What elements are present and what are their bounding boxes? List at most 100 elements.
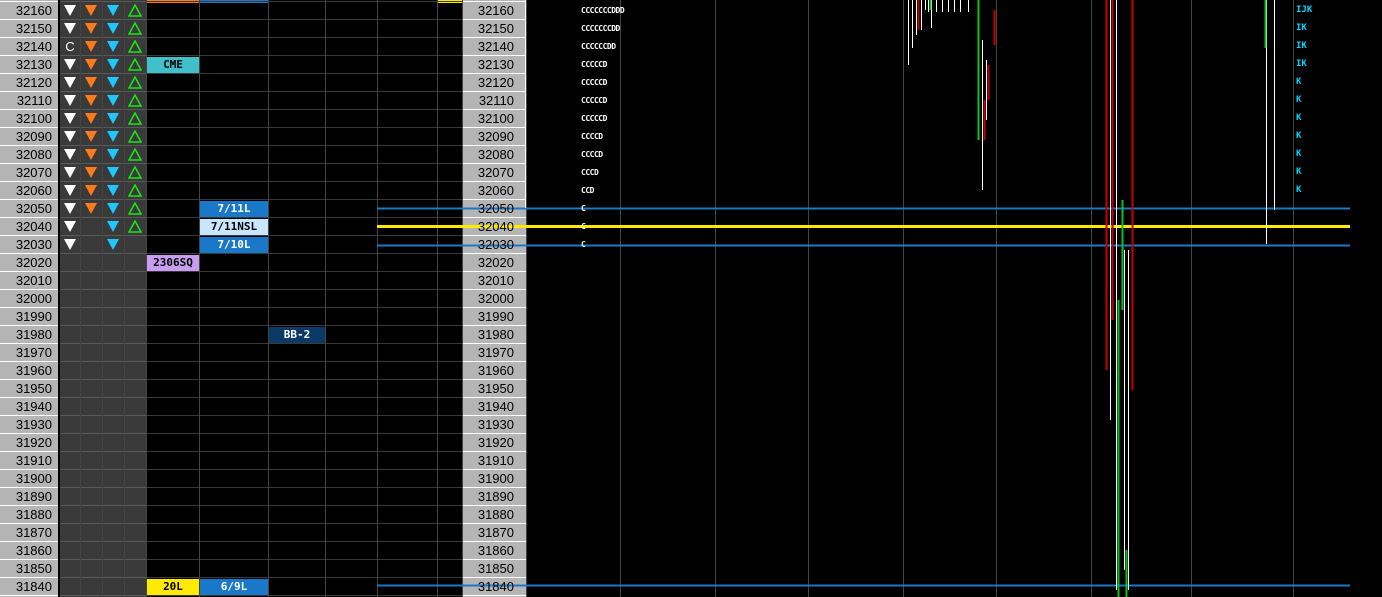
sell-order-icon[interactable] [60, 200, 80, 217]
buy-order-icon[interactable] [103, 92, 123, 109]
buy-stop-icon[interactable] [125, 56, 145, 73]
buy-order-icon[interactable] [103, 146, 123, 163]
buy-stop-icon[interactable] [125, 164, 145, 181]
buy-stop-icon[interactable] [125, 110, 145, 127]
tpo-letters: K [1296, 95, 1302, 105]
price-cell: 31930 [15, 417, 52, 432]
sell-order-icon[interactable] [60, 92, 80, 109]
sell-order-icon[interactable] [60, 2, 80, 19]
mid-order-icon[interactable] [81, 74, 101, 91]
sell-order-icon[interactable] [60, 164, 80, 181]
mid-order-icon[interactable] [81, 200, 101, 217]
price-cell: 32040 [15, 219, 52, 234]
buy-order-icon[interactable] [103, 38, 123, 55]
tpo-letters: C [581, 222, 586, 231]
price-cell: 31900 [477, 471, 514, 486]
price-cell: 31880 [15, 507, 52, 522]
buy-stop-icon[interactable] [125, 128, 145, 145]
buy-stop-icon[interactable] [125, 146, 145, 163]
mid-order-icon[interactable] [81, 182, 101, 199]
price-cell: 31970 [477, 345, 514, 360]
price-cell: 32130 [15, 57, 52, 72]
mid-order-icon[interactable] [81, 56, 101, 73]
tpo-letters: IK [1296, 23, 1307, 33]
buy-order-icon[interactable] [103, 20, 123, 37]
price-cell: 32100 [477, 111, 514, 126]
tpo-letters: K [1296, 77, 1302, 87]
sell-order-icon[interactable] [60, 182, 80, 199]
tpo-letters: K [1296, 113, 1302, 123]
price-cell: 31850 [477, 561, 514, 576]
buy-stop-icon[interactable] [125, 38, 145, 55]
buy-order-icon[interactable] [103, 236, 123, 253]
buy-order-icon[interactable] [103, 56, 123, 73]
sell-order-icon[interactable] [60, 218, 80, 235]
sq-tag: 2306SQ [147, 255, 199, 271]
tpo-letters: CCCCD [581, 150, 603, 159]
price-cell: 32020 [477, 255, 514, 270]
buy-order-icon[interactable] [103, 74, 123, 91]
price-cell: 32080 [15, 147, 52, 162]
buy-stop-icon[interactable] [125, 2, 145, 19]
price-cell: 31980 [477, 327, 514, 342]
buy-stop-icon[interactable] [125, 20, 145, 37]
price-cell: 31890 [15, 489, 52, 504]
sell-order-icon[interactable] [60, 20, 80, 37]
sell-order-icon[interactable] [60, 146, 80, 163]
price-cell: 31870 [15, 525, 52, 540]
tpo-letters: C [581, 204, 586, 213]
mid-order-icon[interactable] [81, 146, 101, 163]
tpo-letters: C [581, 240, 586, 249]
price-cell: 32090 [15, 129, 52, 144]
tpo-letters: CCCCCD [581, 60, 607, 69]
buy-stop-icon[interactable] [125, 218, 145, 235]
price-cell: 31870 [477, 525, 514, 540]
level-69-tag: 6/9L [200, 579, 268, 595]
level-711nsl-tag: 7/11NSL [200, 219, 268, 235]
tpo-letters: CCD [581, 186, 594, 195]
mid-order-icon[interactable] [81, 110, 101, 127]
price-cell: 31980 [15, 327, 52, 342]
buy-stop-icon[interactable] [125, 74, 145, 91]
price-cell: 32070 [15, 165, 52, 180]
sell-order-icon[interactable] [60, 74, 80, 91]
tpo-letters: K [1296, 167, 1302, 177]
price-cell: 32080 [477, 147, 514, 162]
price-cell: 32110 [16, 93, 52, 108]
buy-stop-icon[interactable] [125, 200, 145, 217]
buy-stop-icon[interactable] [125, 92, 145, 109]
price-cell: 31920 [477, 435, 514, 450]
price-cell: 32050 [15, 201, 52, 216]
sell-order-icon[interactable] [60, 128, 80, 145]
buy-order-icon[interactable] [103, 182, 123, 199]
mid-order-icon[interactable] [81, 164, 101, 181]
buy-order-icon[interactable] [103, 164, 123, 181]
buy-order-icon[interactable] [103, 218, 123, 235]
buy-order-icon[interactable] [103, 2, 123, 19]
sell-order-icon[interactable] [60, 56, 80, 73]
price-cell: 31850 [15, 561, 52, 576]
price-cell: 32070 [477, 165, 514, 180]
tpo-letters: IJK [1296, 5, 1313, 15]
price-ladder: 32160 32150 32140 32130 32120 32110 32100 32090… [0, 0, 1382, 597]
sell-order-icon[interactable] [60, 236, 80, 253]
mid-order-icon[interactable] [81, 128, 101, 145]
sell-order-icon[interactable] [60, 110, 80, 127]
price-cell: 32010 [15, 273, 52, 288]
mid-order-icon[interactable] [81, 20, 101, 37]
tpo-letters: IK [1296, 59, 1307, 69]
price-cell: 32100 [15, 111, 52, 126]
price-cell: 32150 [477, 21, 514, 36]
tpo-letters: CCCCCD [581, 114, 607, 123]
mid-order-icon[interactable] [81, 92, 101, 109]
mid-order-icon[interactable] [81, 38, 101, 55]
mid-order-icon[interactable] [81, 2, 101, 19]
buy-stop-icon[interactable] [125, 182, 145, 199]
bb2-tag: BB-2 [269, 327, 325, 343]
price-cell: 31900 [15, 471, 52, 486]
buy-order-icon[interactable] [103, 200, 123, 217]
buy-order-icon[interactable] [103, 128, 123, 145]
cme-tag: CME [147, 57, 199, 73]
price-cell: 32140 [477, 39, 514, 54]
buy-order-icon[interactable] [103, 110, 123, 127]
